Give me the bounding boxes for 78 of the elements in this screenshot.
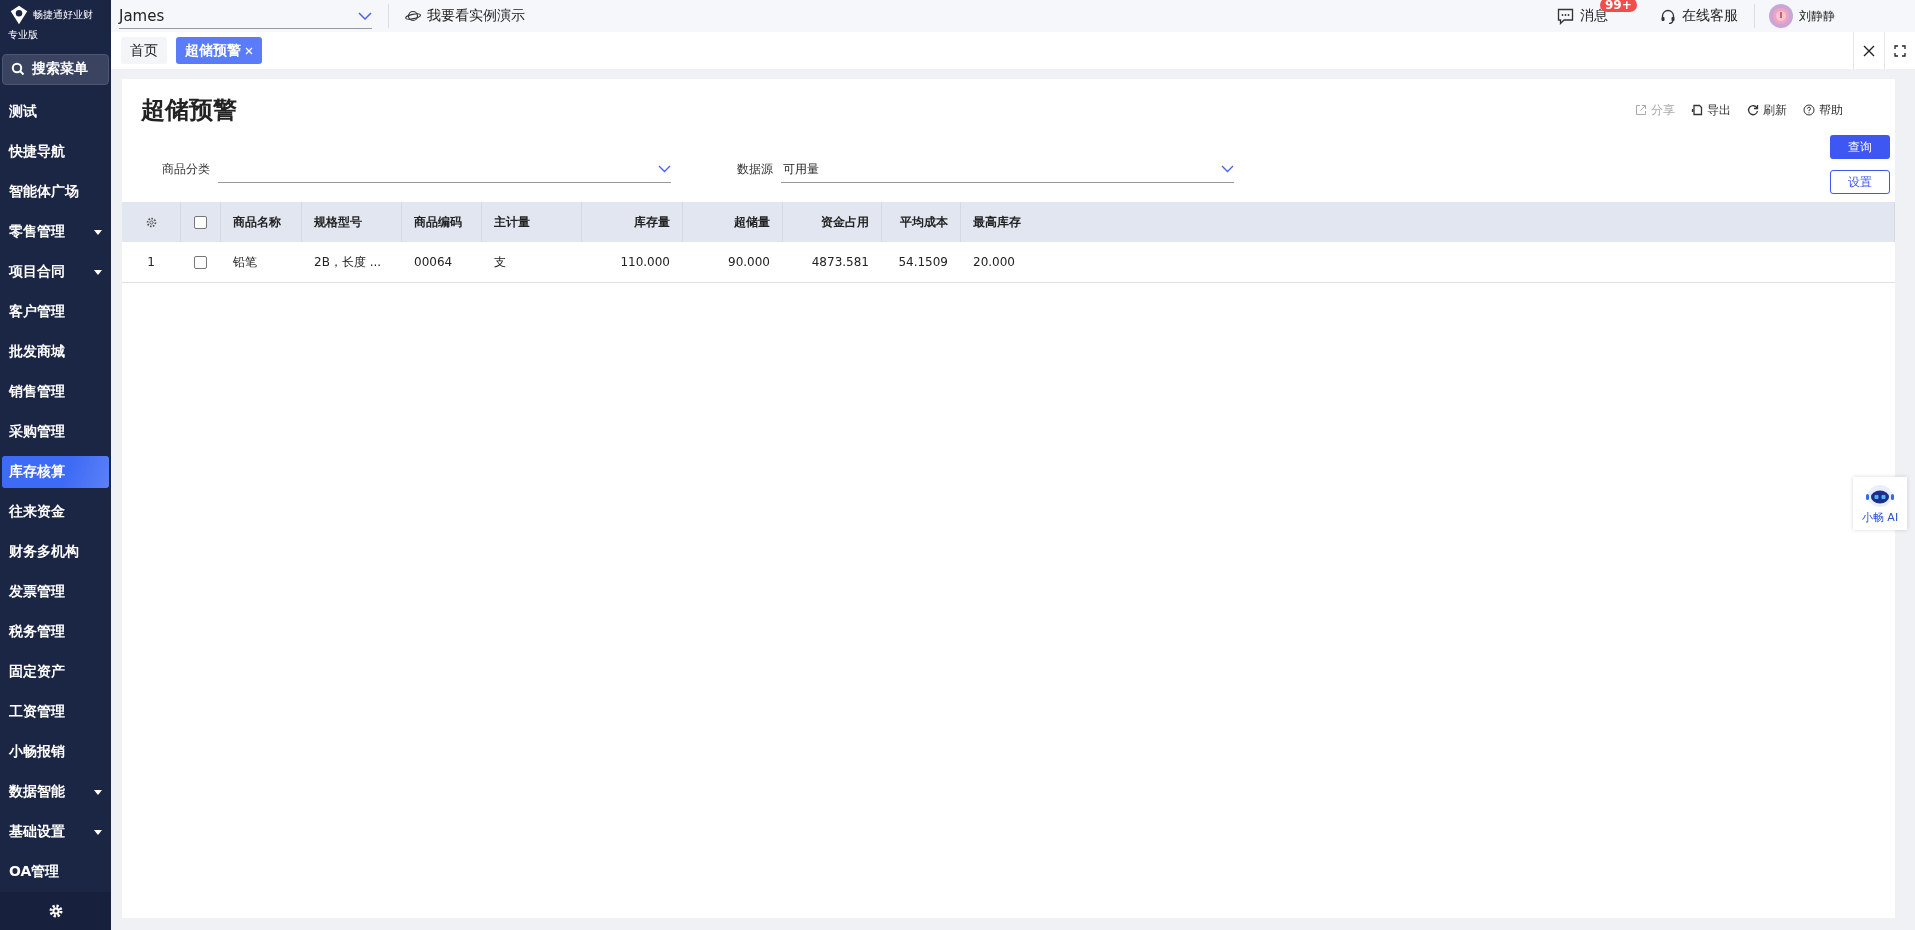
help-icon [1803, 104, 1815, 116]
sidebar-item[interactable]: 智能体广场 [2, 176, 109, 209]
checkbox[interactable] [194, 255, 207, 269]
sidebar-item[interactable]: 工资管理 [2, 696, 109, 729]
column-header: 超储量 [683, 202, 783, 242]
settings-button[interactable]: 设置 [1830, 170, 1890, 194]
planet-icon [405, 9, 421, 23]
gear-icon[interactable] [145, 216, 157, 228]
chevron-down-icon [658, 165, 671, 173]
sidebar-item[interactable]: 固定资产 [2, 656, 109, 689]
column-header: 平均成本 [882, 202, 961, 242]
close-icon[interactable] [1863, 44, 1875, 57]
brand-name: 畅捷通好业财 [33, 8, 93, 22]
filter-label: 数据源 [737, 161, 773, 178]
sidebar-item[interactable]: 采购管理 [2, 416, 109, 449]
fullscreen-icon[interactable] [1894, 44, 1906, 57]
sidebar-item[interactable]: 基础设置 [2, 816, 109, 849]
sidebar-item[interactable]: 数据智能 [2, 776, 109, 809]
sidebar-item[interactable]: 零售管理 [2, 216, 109, 249]
sidebar-item[interactable]: 项目合同 [2, 256, 109, 289]
select-field[interactable]: 可用量 [781, 156, 1234, 183]
sidebar-item[interactable]: 小畅报销 [2, 736, 109, 769]
sidebar-item[interactable]: 测试 [2, 96, 109, 129]
demo-link[interactable]: 我要看实例演示 [405, 7, 525, 25]
sidebar-item[interactable]: 批发商城 [2, 336, 109, 369]
online-service-button[interactable]: 在线客服 [1660, 7, 1738, 25]
share-icon [1635, 104, 1647, 116]
table-cell-text: 20.000 [972, 254, 1016, 271]
column-header: 资金占用 [783, 202, 882, 242]
chevron-down-icon [1221, 165, 1234, 173]
table-cell-text: 110.000 [619, 254, 671, 271]
table-cell-text: 支 [493, 253, 507, 271]
search-icon [11, 62, 25, 77]
search-menu-button[interactable]: 搜索菜单 [2, 53, 109, 86]
user-name[interactable]: 刘静静 [1799, 7, 1835, 25]
table-cell-text: 铅笔 [232, 253, 258, 271]
edition-label: 专业版 [8, 28, 39, 42]
settings-icon[interactable] [48, 904, 63, 919]
page-tab[interactable]: 超储预警 [176, 37, 262, 64]
page-title: 超储预警 [141, 95, 237, 126]
column-header: 商品名称 [221, 202, 302, 242]
refresh-icon [1747, 104, 1759, 116]
toolbar-action[interactable]: 帮助 [1803, 101, 1843, 119]
toolbar-action[interactable]: 刷新 [1747, 101, 1787, 119]
user-avatar[interactable] [1769, 4, 1793, 28]
column-header: 库存量 [582, 202, 683, 242]
page-tab[interactable]: 首页 [121, 37, 167, 64]
sidebar-item[interactable]: 客户管理 [2, 296, 109, 329]
toolbar-action[interactable]: 导出 [1691, 101, 1731, 119]
filter-label: 商品分类 [162, 161, 210, 178]
column-header: 主计量 [482, 202, 582, 242]
column-header: 最高库存 [961, 202, 1895, 242]
query-button[interactable]: 查询 [1830, 135, 1890, 159]
sidebar-item[interactable]: 发票管理 [2, 576, 109, 609]
ai-assistant-button[interactable]: 小畅 AI [1853, 477, 1907, 530]
checkbox[interactable] [194, 215, 207, 229]
table-cell-text: 90.000 [727, 254, 771, 271]
sidebar-item[interactable]: OA管理 [2, 856, 109, 889]
sidebar-item[interactable]: 快捷导航 [2, 136, 109, 169]
table-cell-text: 2B，长度 ... [313, 253, 383, 271]
export-icon [1691, 104, 1703, 116]
robot-icon [1864, 482, 1896, 509]
headset-icon [1660, 7, 1676, 25]
sidebar-item[interactable]: 财务多机构 [2, 536, 109, 569]
table-cell-text: 00064 [413, 254, 454, 271]
sidebar-item[interactable]: 销售管理 [2, 376, 109, 409]
chevron-down-icon [358, 11, 372, 20]
table-cell-text: 54.1509 [897, 254, 949, 271]
sidebar-item[interactable]: 往来资金 [2, 496, 109, 529]
logo-icon [8, 4, 30, 26]
account-dropdown[interactable]: James [119, 3, 372, 29]
table-cell-text: 4873.581 [810, 254, 870, 271]
sidebar-item[interactable]: 税务管理 [2, 616, 109, 649]
column-header: 规格型号 [302, 202, 402, 242]
sidebar-item[interactable]: 库存核算 [2, 456, 109, 489]
column-header: 商品编码 [402, 202, 482, 242]
chat-icon [1557, 7, 1574, 25]
row-number: 1 [146, 254, 156, 271]
